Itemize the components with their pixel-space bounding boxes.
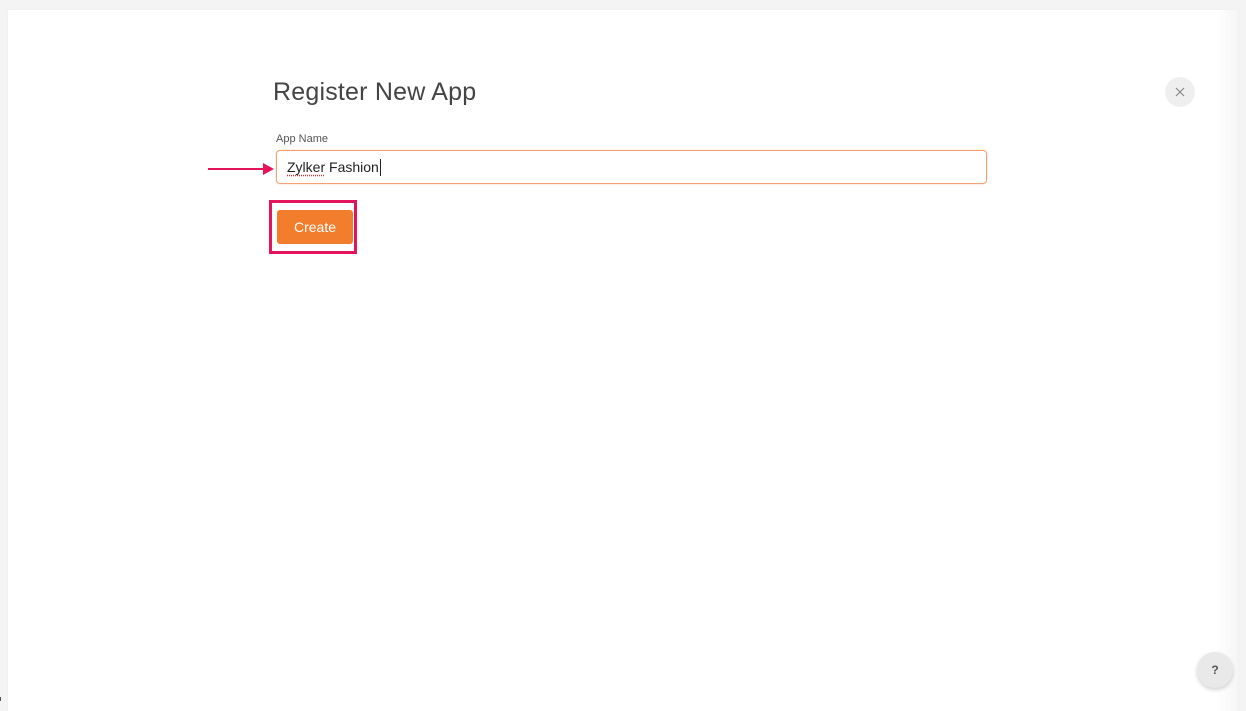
page-title: Register New App xyxy=(273,78,477,106)
app-name-label: App Name xyxy=(276,133,328,145)
app-name-input-value: Zylker Fashion xyxy=(287,159,379,175)
misspelled-word: Zylker xyxy=(287,159,326,175)
input-value-rest: Fashion xyxy=(325,159,379,175)
create-button[interactable]: Create xyxy=(277,210,353,244)
app-name-input[interactable]: Zylker Fashion xyxy=(276,150,987,184)
question-icon: ? xyxy=(1211,663,1219,677)
help-button[interactable]: ? xyxy=(1197,652,1233,688)
register-app-panel: Register New App App Name Zylker Fashion… xyxy=(8,10,1238,711)
arrow-right-icon xyxy=(208,163,274,175)
close-icon xyxy=(1175,87,1185,97)
close-button[interactable] xyxy=(1165,77,1195,107)
panel-edge xyxy=(1216,10,1238,711)
corner-mark xyxy=(0,697,1,701)
text-caret xyxy=(379,158,381,176)
